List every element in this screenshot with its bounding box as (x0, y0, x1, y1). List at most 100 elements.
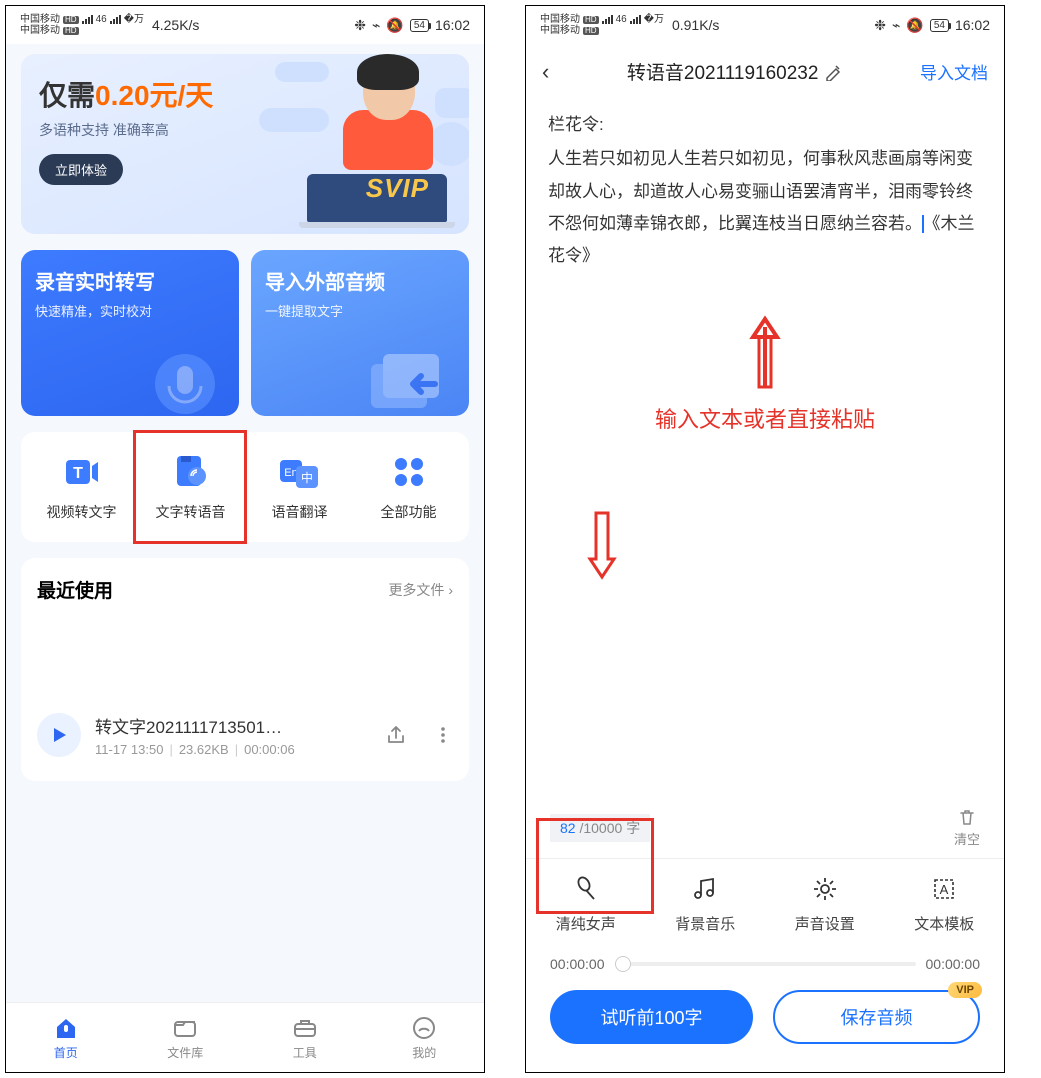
bluetooth-icon: ⌁ (892, 17, 900, 34)
mic-icon (145, 344, 225, 416)
arrow-up-icon (745, 309, 785, 389)
file-name: 转文字2021111713501… (95, 713, 371, 738)
signal-icon (82, 15, 93, 24)
back-button[interactable]: ‹ (542, 59, 549, 85)
hd-badge: HD (63, 27, 79, 35)
card-subtitle: 一键提取文字 (265, 301, 455, 320)
home-icon (52, 1014, 80, 1042)
count-row: 82 /10000 字 清空 (526, 799, 1004, 858)
share-icon[interactable] (385, 724, 407, 746)
signal-icon (110, 15, 121, 24)
tool-label: 背景音乐 (675, 913, 735, 934)
hd-badge: HD (583, 27, 599, 35)
more-files-link[interactable]: 更多文件 › (388, 580, 453, 600)
tool-label: 文本模板 (914, 913, 974, 934)
silent-icon: 🔕 (906, 17, 923, 34)
recent-section: 最近使用 更多文件 › 转文字2021111713501… 11-17 13:5… (21, 558, 469, 781)
poem-title: 栏花令: (548, 109, 982, 141)
net-label: 46 (96, 15, 107, 25)
audio-timeline[interactable]: 00:00:00 00:00:00 (526, 940, 1004, 990)
func-video-to-text[interactable]: T 视频转文字 (27, 452, 136, 522)
save-audio-button[interactable]: 保存音频 VIP (773, 990, 980, 1044)
carrier-label: 中国移动 (20, 26, 60, 36)
carrier-label: 中国移动 (540, 15, 580, 25)
func-all-features[interactable]: 全部功能 (354, 452, 463, 522)
phone-right: 中国移动HD46�万 中国移动HD 0.91K/s ❉ ⌁ 🔕 54 16:02… (525, 5, 1005, 1073)
text-input-area[interactable]: 栏花令: 人生若只如初见人生若只如初见，何事秋风悲画扇等闲变却故人心，却道故人心… (526, 99, 1004, 799)
card-title: 导入外部音频 (265, 266, 455, 295)
import-doc-link[interactable]: 导入文档 (920, 59, 988, 84)
svg-text:En: En (284, 467, 297, 479)
page-title: 转语音2021119160232 (559, 58, 910, 85)
phone-left: 中国移动HD46�万 中国移动HD 4.25K/s ❉ ⌁ 🔕 54 16:02… (5, 5, 485, 1073)
time-start: 00:00:00 (550, 956, 605, 972)
wifi-icon: �万 (644, 15, 664, 25)
music-icon (691, 875, 719, 903)
grid-icon (393, 456, 425, 488)
card-import-audio[interactable]: 导入外部音频 一键提取文字 (251, 250, 469, 416)
tool-label: 声音设置 (795, 913, 855, 934)
tool-label: 清纯女声 (556, 913, 616, 934)
carrier-label: 中国移动 (540, 26, 580, 36)
tab-home[interactable]: 首页 (6, 1003, 126, 1072)
tab-tools[interactable]: 工具 (245, 1003, 365, 1072)
trash-icon (957, 807, 977, 827)
func-label: 文字转语音 (156, 502, 226, 522)
seek-track[interactable] (615, 962, 916, 966)
net-label: 46 (616, 15, 627, 25)
function-row: T 视频转文字 文字转语音 En中 语音翻译 全部功能 (21, 432, 469, 542)
gear-icon (811, 875, 839, 903)
file-item[interactable]: 转文字2021111713501… 11-17 13:5023.62KB00:0… (37, 713, 453, 757)
battery-icon: 54 (930, 19, 949, 32)
tab-label: 首页 (54, 1044, 78, 1061)
file-meta: 11-17 13:5023.62KB00:00:06 (95, 742, 371, 757)
tool-bgm[interactable]: 背景音乐 (646, 873, 766, 934)
signal-icon (630, 15, 641, 24)
arrow-down-icon (582, 511, 622, 587)
speed-label: 0.91K/s (672, 17, 719, 33)
svg-text:T: T (73, 465, 83, 482)
tool-sound-settings[interactable]: 声音设置 (765, 873, 885, 934)
nfc-icon: ❉ (874, 17, 886, 34)
tab-library[interactable]: 文件库 (126, 1003, 246, 1072)
silent-icon: 🔕 (386, 17, 403, 34)
signal-icon (602, 15, 613, 24)
promo-banner[interactable]: 仅需0.20元/天 多语种支持 准确率高 立即体验 SVIP (21, 54, 469, 234)
toolbox-icon (291, 1014, 319, 1042)
play-icon (50, 726, 68, 744)
svg-text:中: 中 (300, 470, 312, 485)
status-bar: 中国移动HD46�万 中国移动HD 4.25K/s ❉ ⌁ 🔕 54 16:02 (6, 6, 484, 44)
template-icon: A (930, 875, 958, 903)
hint-text: 输入文本或者直接粘贴 (655, 399, 875, 441)
tool-voice[interactable]: 清纯女声 (526, 873, 646, 934)
play-button[interactable] (37, 713, 81, 757)
func-voice-translate[interactable]: En中 语音翻译 (245, 452, 354, 522)
card-title: 录音实时转写 (35, 266, 225, 295)
preview-button[interactable]: 试听前100字 (550, 990, 753, 1044)
tool-template[interactable]: A 文本模板 (885, 873, 1005, 934)
tab-label: 文件库 (167, 1044, 203, 1061)
func-label: 语音翻译 (272, 502, 328, 522)
more-icon[interactable] (433, 725, 453, 745)
folder-icon (171, 1014, 199, 1042)
hd-badge: HD (63, 16, 79, 24)
tab-label: 工具 (293, 1044, 317, 1061)
card-record-transcribe[interactable]: 录音实时转写 快速精准，实时校对 (21, 250, 239, 416)
text-speech-icon (173, 454, 209, 490)
tab-profile[interactable]: 我的 (365, 1003, 485, 1072)
seek-thumb[interactable] (615, 956, 631, 972)
time-label: 16:02 (955, 17, 990, 33)
svip-label: SVIP (366, 173, 429, 204)
char-count: 82 /10000 字 (550, 814, 650, 842)
vip-badge: VIP (948, 982, 982, 998)
card-subtitle: 快速精准，实时校对 (35, 301, 225, 320)
time-label: 16:02 (435, 17, 470, 33)
edit-icon[interactable] (824, 63, 842, 81)
nfc-icon: ❉ (354, 17, 366, 34)
time-end: 00:00:00 (926, 956, 981, 972)
try-now-button[interactable]: 立即体验 (39, 154, 123, 185)
func-text-to-speech[interactable]: 文字转语音 (136, 452, 245, 522)
import-icon (365, 344, 455, 416)
speed-label: 4.25K/s (152, 17, 199, 33)
clear-button[interactable]: 清空 (954, 807, 980, 848)
